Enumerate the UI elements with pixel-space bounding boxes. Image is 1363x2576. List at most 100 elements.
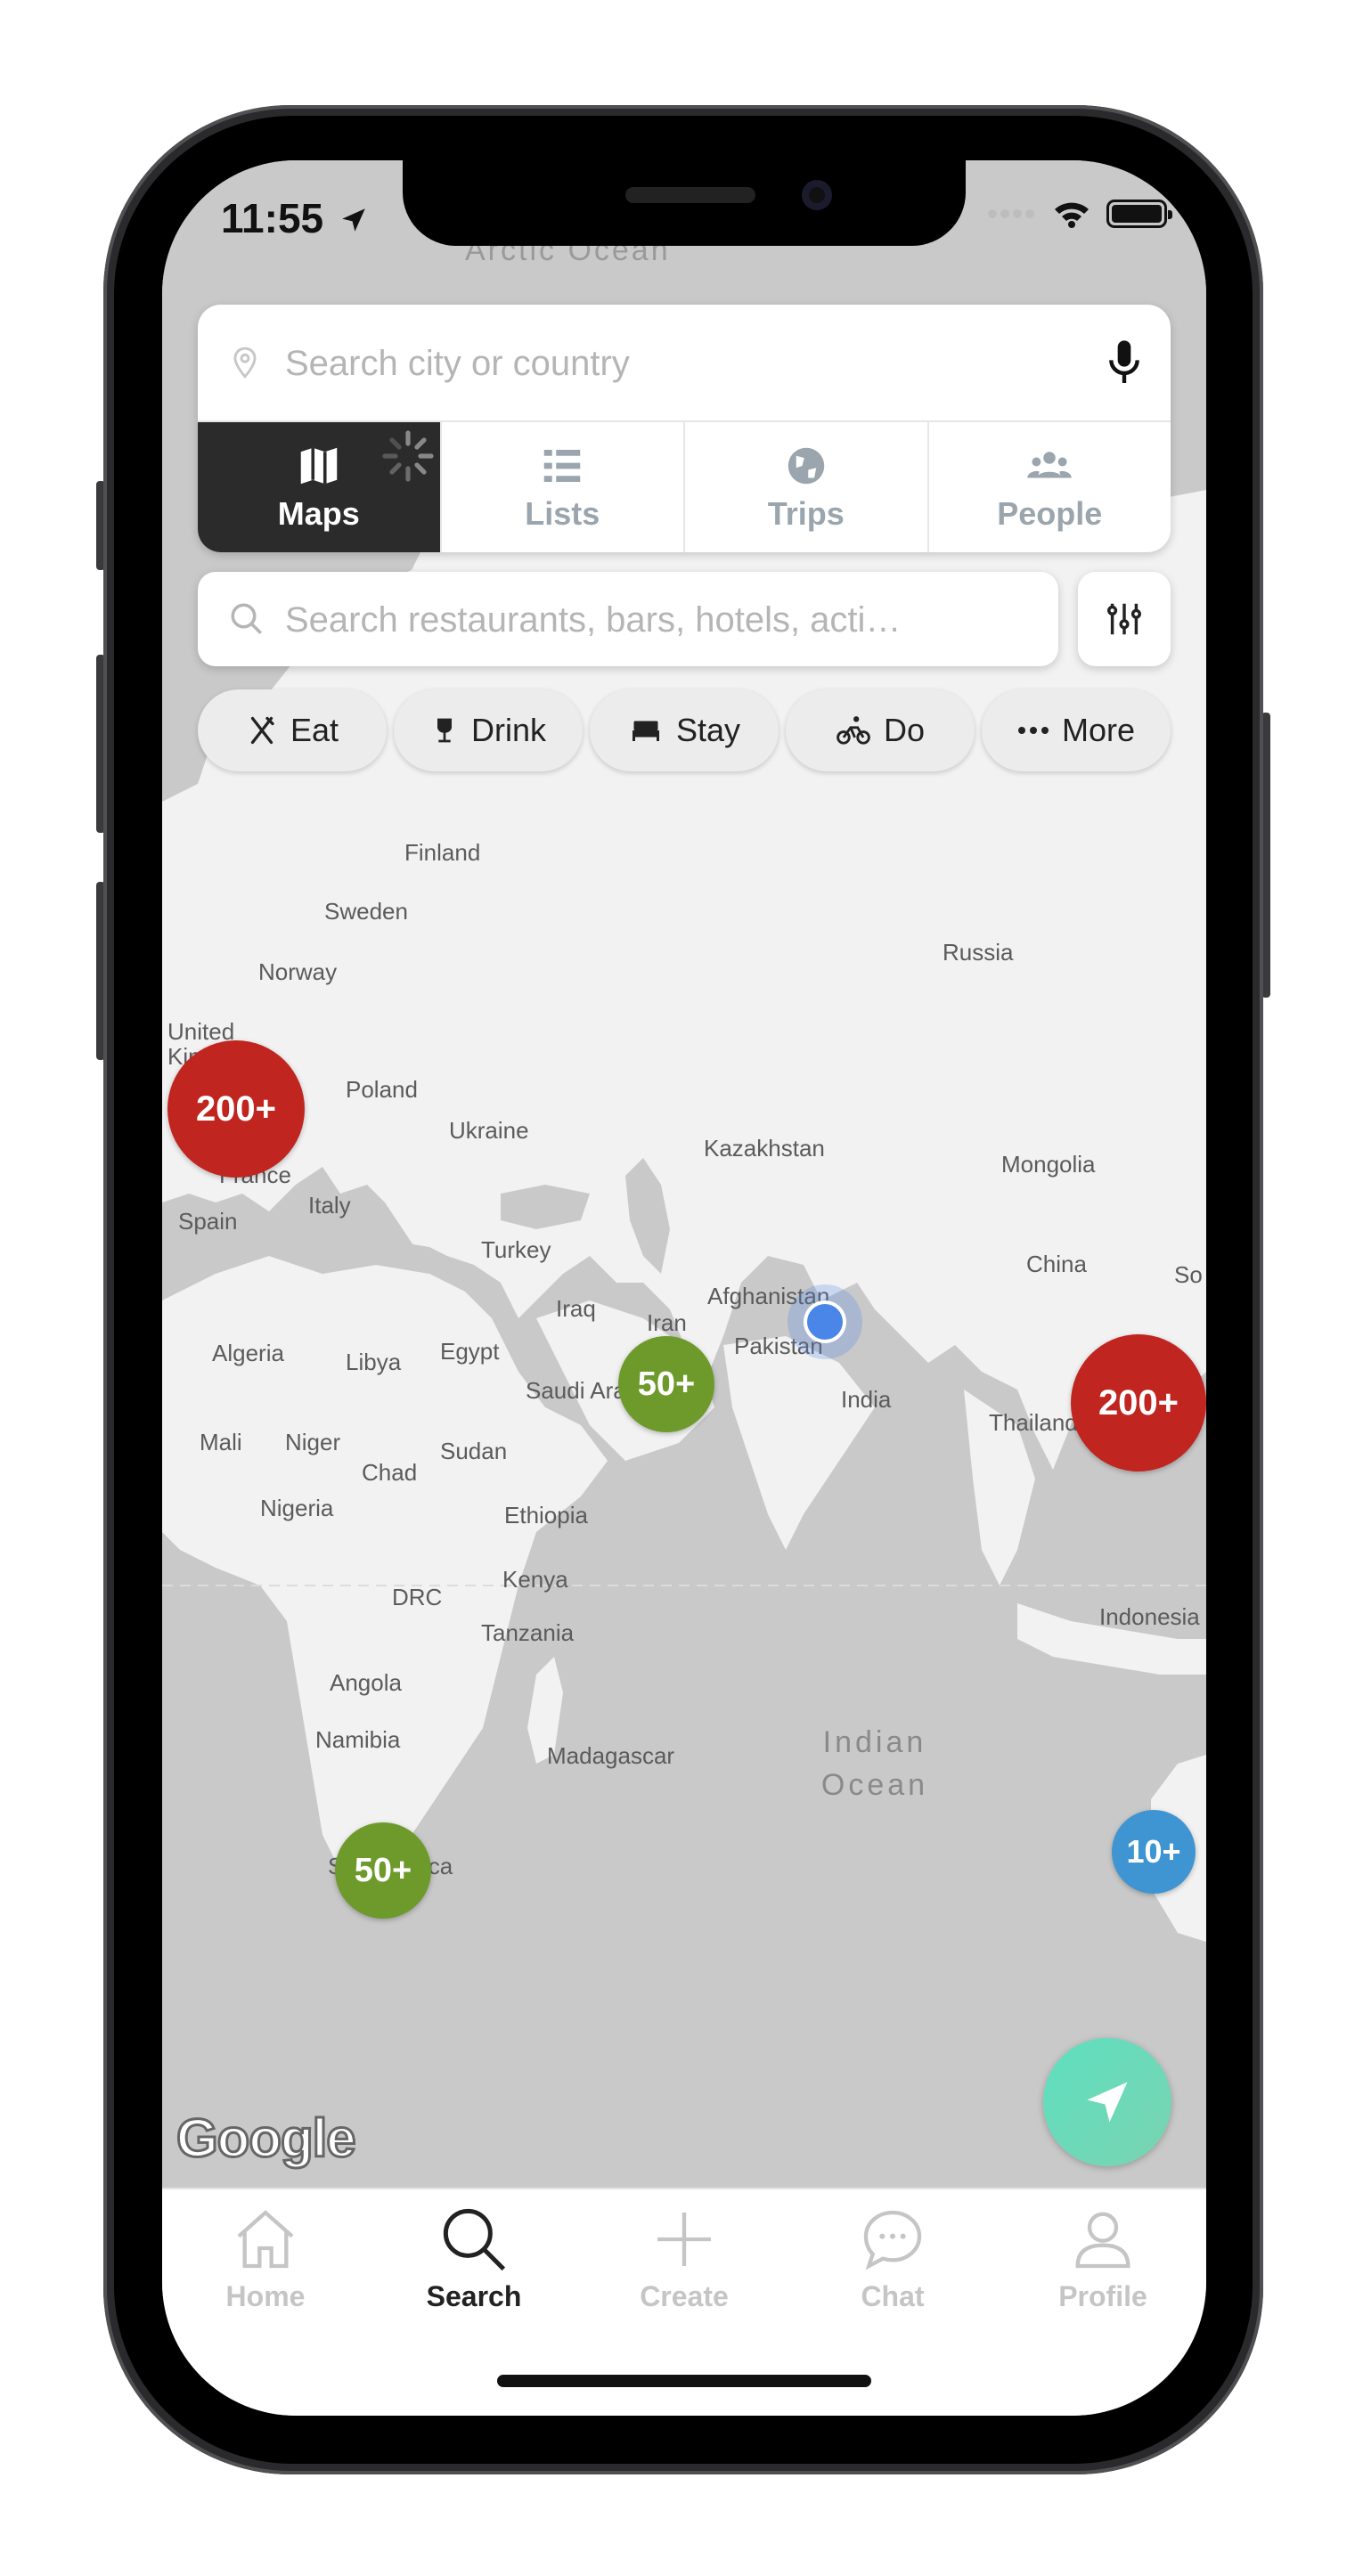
map-label-italy: Italy <box>308 1192 351 1219</box>
poi-search-row <box>198 572 1171 668</box>
chip-do[interactable]: Do <box>786 689 975 771</box>
chip-do-label: Do <box>883 712 926 748</box>
chat-icon <box>863 2210 922 2270</box>
map-label-sweden: Sweden <box>324 898 408 925</box>
map-label-norway: Norway <box>258 958 338 985</box>
chip-stay-label: Stay <box>675 712 741 748</box>
front-camera <box>802 180 832 210</box>
city-search-input[interactable] <box>283 337 1071 390</box>
map-label-mali: Mali <box>200 1429 242 1455</box>
map-label-namibia: Namibia <box>315 1726 401 1753</box>
map-label-south-korea: So <box>1174 1261 1203 1288</box>
tab-maps[interactable]: Maps <box>198 422 442 552</box>
search-card: Maps Lists Trips People <box>198 305 1171 552</box>
map-label-egypt: Egypt <box>440 1338 500 1365</box>
chip-eat[interactable]: Eat <box>198 689 387 771</box>
tab-people[interactable]: People <box>929 422 1171 552</box>
map-label-madagascar: Madagascar <box>547 1742 675 1769</box>
map-label-drc: DRC <box>392 1584 443 1610</box>
nav-home-label: Home <box>225 2280 306 2312</box>
map-label-iraq: Iraq <box>556 1295 596 1322</box>
nav-search[interactable]: Search <box>394 2204 554 2313</box>
nav-create[interactable]: Create <box>604 2204 764 2313</box>
map-cluster-marker[interactable]: 200+ <box>1071 1334 1206 1471</box>
bed-icon <box>632 721 659 741</box>
speaker <box>625 187 755 203</box>
battery-icon <box>1106 200 1172 228</box>
bicycle-icon <box>837 716 870 745</box>
status-time-text: 11:55 <box>221 195 324 241</box>
globe-icon <box>788 447 824 485</box>
map-label-algeria: Algeria <box>212 1340 284 1366</box>
locate-me-button[interactable] <box>1043 2038 1171 2166</box>
map-label-chad: Chad <box>362 1459 418 1486</box>
cellular-signal-icon <box>988 209 1034 218</box>
chip-more-label: More <box>1061 712 1136 748</box>
map-label-spain: Spain <box>178 1208 238 1235</box>
map-cluster-marker[interactable]: 50+ <box>618 1336 714 1432</box>
location-arrow-icon <box>1087 2082 1128 2123</box>
map-label-kazakhstan: Kazakhstan <box>704 1135 825 1162</box>
nav-chat[interactable]: Chat <box>812 2204 973 2313</box>
nav-profile[interactable]: Profile <box>1023 2204 1183 2313</box>
profile-icon <box>1075 2212 1130 2269</box>
map-label-finland: Finland <box>404 839 481 866</box>
microphone-icon[interactable] <box>1105 338 1144 388</box>
status-time: 11:55 <box>221 194 369 242</box>
map-label-indonesia: Indonesia <box>1099 1603 1200 1630</box>
map-label-iran: Iran <box>647 1309 687 1336</box>
tab-people-label: People <box>997 495 1103 532</box>
tab-lists[interactable]: Lists <box>442 422 685 552</box>
map-icon <box>300 447 337 485</box>
map-label-tanzania: Tanzania <box>481 1619 575 1646</box>
more-dots-icon <box>1017 727 1049 734</box>
map-label-angola: Angola <box>330 1669 402 1696</box>
chip-stay[interactable]: Stay <box>590 689 779 771</box>
list-icon <box>544 450 581 482</box>
fork-knife-icon <box>250 716 274 745</box>
location-services-icon <box>342 208 365 232</box>
chip-drink[interactable]: Drink <box>394 689 583 771</box>
map-label-poland: Poland <box>346 1076 418 1103</box>
wifi-icon <box>1055 202 1089 228</box>
nav-profile-label: Profile <box>1058 2280 1147 2312</box>
notch <box>403 160 966 246</box>
map-cluster-marker[interactable]: 10+ <box>1112 1810 1196 1894</box>
nav-create-label: Create <box>640 2280 729 2312</box>
google-logo: Google <box>175 2107 358 2170</box>
map-cluster-marker[interactable]: 50+ <box>335 1822 431 1919</box>
filter-button[interactable] <box>1078 572 1171 666</box>
nav-chat-label: Chat <box>861 2280 925 2312</box>
map-label-kenya: Kenya <box>502 1566 568 1593</box>
map-label-china: China <box>1026 1251 1087 1277</box>
people-icon <box>1027 452 1072 478</box>
map-label-turkey: Turkey <box>481 1236 551 1263</box>
map-cluster-marker[interactable]: 200+ <box>167 1040 305 1178</box>
search-icon <box>231 603 262 634</box>
map-label-india: India <box>841 1386 892 1413</box>
plus-icon <box>657 2213 711 2266</box>
home-icon <box>237 2210 294 2269</box>
poi-search-input[interactable] <box>283 593 1035 647</box>
bottom-navigation: Home Search Create Chat Profile <box>162 2188 1206 2416</box>
view-tabs: Maps Lists Trips People <box>198 422 1171 552</box>
chip-more[interactable]: More <box>982 689 1171 771</box>
map-label-indian-ocean: Indian Ocean <box>820 1725 929 1802</box>
map-label-ukraine: Ukraine <box>449 1117 529 1144</box>
chip-eat-label: Eat <box>290 712 339 748</box>
tab-trips[interactable]: Trips <box>685 422 929 552</box>
map-label-niger: Niger <box>285 1429 341 1455</box>
map-label-russia: Russia <box>943 939 1014 966</box>
wine-glass-icon <box>437 718 452 743</box>
map-label-nigeria: Nigeria <box>260 1495 334 1521</box>
tab-lists-label: Lists <box>525 495 600 532</box>
screen: Arctic Ocean Finland Sweden Russia Norwa… <box>162 160 1206 2416</box>
location-pin-icon <box>233 346 257 379</box>
nav-home[interactable]: Home <box>185 2204 346 2313</box>
city-search-field[interactable] <box>198 305 1171 422</box>
home-indicator[interactable] <box>497 2375 871 2387</box>
map-label-thailand: Thailand <box>989 1409 1078 1436</box>
tab-trips-label: Trips <box>767 495 845 532</box>
poi-search-field[interactable] <box>198 572 1058 666</box>
status-icons <box>987 200 1172 228</box>
